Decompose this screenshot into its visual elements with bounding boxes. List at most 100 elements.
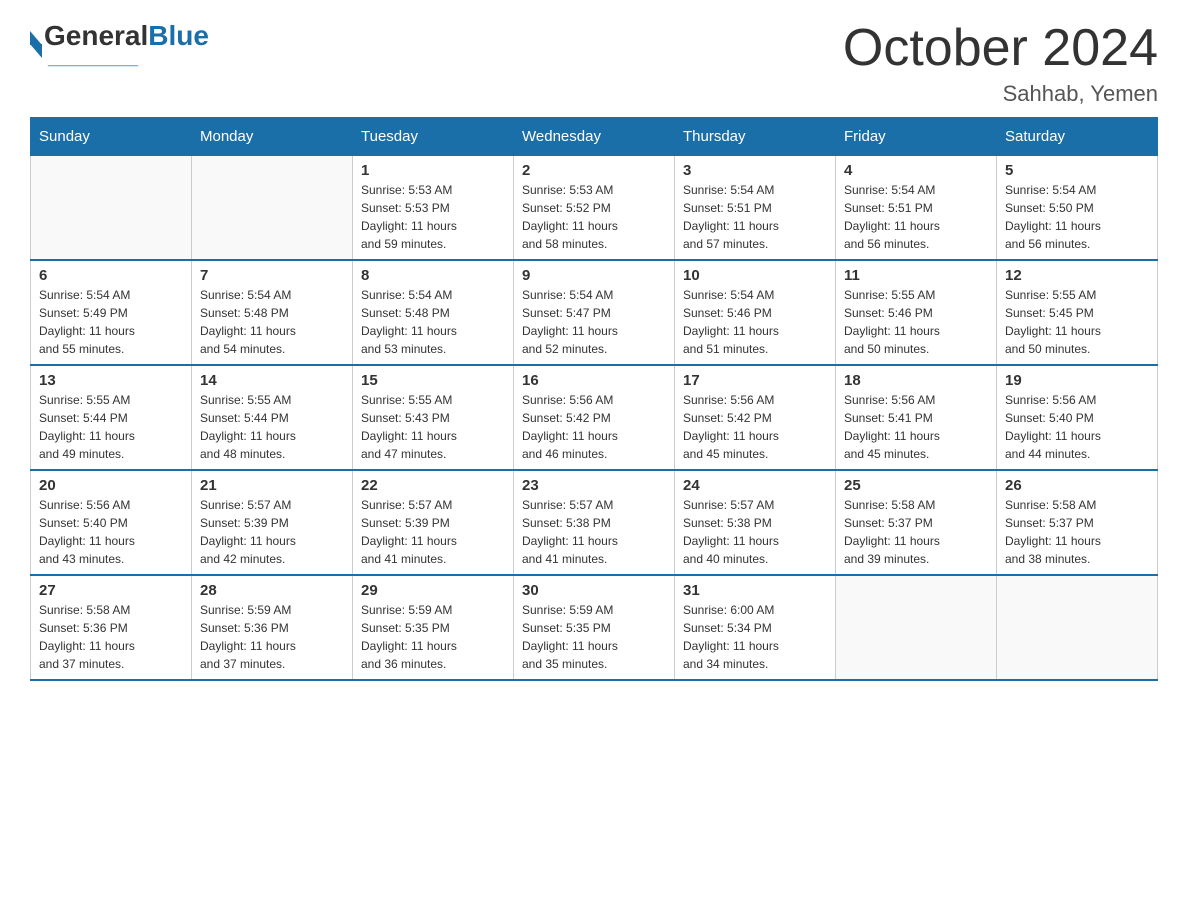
day-number: 25 xyxy=(844,477,988,494)
day-number: 26 xyxy=(1005,477,1149,494)
day-info: Sunrise: 5:58 AMSunset: 5:37 PMDaylight:… xyxy=(1005,496,1149,568)
week-row-3: 13 Sunrise: 5:55 AMSunset: 5:44 PMDayligh… xyxy=(31,365,1158,470)
cell-w4-d1: 21 Sunrise: 5:57 AMSunset: 5:39 PMDayligh… xyxy=(192,470,353,575)
day-info: Sunrise: 5:59 AMSunset: 5:35 PMDaylight:… xyxy=(361,601,505,673)
day-number: 20 xyxy=(39,477,183,494)
day-info: Sunrise: 5:54 AMSunset: 5:46 PMDaylight:… xyxy=(683,286,827,358)
main-title: October 2024 xyxy=(843,20,1158,77)
day-number: 3 xyxy=(683,162,827,179)
day-number: 10 xyxy=(683,267,827,284)
cell-w1-d0 xyxy=(31,156,192,261)
day-number: 5 xyxy=(1005,162,1149,179)
day-info: Sunrise: 6:00 AMSunset: 5:34 PMDaylight:… xyxy=(683,601,827,673)
week-row-1: 1 Sunrise: 5:53 AMSunset: 5:53 PMDaylight… xyxy=(31,156,1158,261)
logo-icon xyxy=(30,31,42,58)
day-info: Sunrise: 5:59 AMSunset: 5:35 PMDaylight:… xyxy=(522,601,666,673)
cell-w2-d5: 11 Sunrise: 5:55 AMSunset: 5:46 PMDayligh… xyxy=(836,260,997,365)
cell-w2-d0: 6Sunrise: 5:54 AMSunset: 5:49 PMDaylight… xyxy=(31,260,192,365)
day-info: Sunrise: 5:54 AMSunset: 5:51 PMDaylight:… xyxy=(683,181,827,253)
day-number: 12 xyxy=(1005,267,1149,284)
day-info: Sunrise: 5:59 AMSunset: 5:36 PMDaylight:… xyxy=(200,601,344,673)
cell-w5-d2: 29 Sunrise: 5:59 AMSunset: 5:35 PMDayligh… xyxy=(353,575,514,680)
day-number: 11 xyxy=(844,267,988,284)
day-info: Sunrise: 5:55 AMSunset: 5:44 PMDaylight:… xyxy=(39,391,183,463)
day-number: 24 xyxy=(683,477,827,494)
cell-w4-d6: 26 Sunrise: 5:58 AMSunset: 5:37 PMDayligh… xyxy=(997,470,1158,575)
day-info: Sunrise: 5:56 AMSunset: 5:40 PMDaylight:… xyxy=(1005,391,1149,463)
day-number: 21 xyxy=(200,477,344,494)
cell-w5-d1: 28 Sunrise: 5:59 AMSunset: 5:36 PMDayligh… xyxy=(192,575,353,680)
cell-w2-d6: 12 Sunrise: 5:55 AMSunset: 5:45 PMDayligh… xyxy=(997,260,1158,365)
title-area: October 2024 Sahhab, Yemen xyxy=(843,20,1158,107)
col-sunday: Sunday xyxy=(31,118,192,156)
day-number: 1 xyxy=(361,162,505,179)
cell-w1-d1 xyxy=(192,156,353,261)
cell-w2-d2: 8Sunrise: 5:54 AMSunset: 5:48 PMDaylight… xyxy=(353,260,514,365)
day-number: 4 xyxy=(844,162,988,179)
col-tuesday: Tuesday xyxy=(353,118,514,156)
cell-w1-d6: 5Sunrise: 5:54 AMSunset: 5:50 PMDaylight… xyxy=(997,156,1158,261)
col-monday: Monday xyxy=(192,118,353,156)
day-info: Sunrise: 5:54 AMSunset: 5:47 PMDaylight:… xyxy=(522,286,666,358)
logo: GeneralBlue _________ xyxy=(30,20,209,69)
day-info: Sunrise: 5:55 AMSunset: 5:44 PMDaylight:… xyxy=(200,391,344,463)
day-info: Sunrise: 5:55 AMSunset: 5:46 PMDaylight:… xyxy=(844,286,988,358)
day-info: Sunrise: 5:54 AMSunset: 5:51 PMDaylight:… xyxy=(844,181,988,253)
day-info: Sunrise: 5:57 AMSunset: 5:39 PMDaylight:… xyxy=(200,496,344,568)
day-number: 31 xyxy=(683,582,827,599)
day-info: Sunrise: 5:57 AMSunset: 5:38 PMDaylight:… xyxy=(522,496,666,568)
day-number: 19 xyxy=(1005,372,1149,389)
day-number: 27 xyxy=(39,582,183,599)
cell-w3-d3: 16 Sunrise: 5:56 AMSunset: 5:42 PMDayligh… xyxy=(514,365,675,470)
week-row-5: 27Sunrise: 5:58 AMSunset: 5:36 PMDayligh… xyxy=(31,575,1158,680)
cell-w5-d4: 31 Sunrise: 6:00 AMSunset: 5:34 PMDayligh… xyxy=(675,575,836,680)
day-number: 16 xyxy=(522,372,666,389)
day-number: 7 xyxy=(200,267,344,284)
cell-w3-d2: 15Sunrise: 5:55 AMSunset: 5:43 PMDayligh… xyxy=(353,365,514,470)
cell-w3-d4: 17Sunrise: 5:56 AMSunset: 5:42 PMDayligh… xyxy=(675,365,836,470)
day-info: Sunrise: 5:53 AMSunset: 5:52 PMDaylight:… xyxy=(522,181,666,253)
day-number: 9 xyxy=(522,267,666,284)
cell-w5-d6 xyxy=(997,575,1158,680)
cell-w2-d4: 10 Sunrise: 5:54 AMSunset: 5:46 PMDayligh… xyxy=(675,260,836,365)
day-info: Sunrise: 5:58 AMSunset: 5:37 PMDaylight:… xyxy=(844,496,988,568)
cell-w4-d3: 23 Sunrise: 5:57 AMSunset: 5:38 PMDayligh… xyxy=(514,470,675,575)
col-wednesday: Wednesday xyxy=(514,118,675,156)
cell-w1-d5: 4 Sunrise: 5:54 AMSunset: 5:51 PMDaylight… xyxy=(836,156,997,261)
cell-w4-d5: 25 Sunrise: 5:58 AMSunset: 5:37 PMDayligh… xyxy=(836,470,997,575)
day-number: 28 xyxy=(200,582,344,599)
col-thursday: Thursday xyxy=(675,118,836,156)
day-info: Sunrise: 5:56 AMSunset: 5:40 PMDaylight:… xyxy=(39,496,183,568)
day-info: Sunrise: 5:56 AMSunset: 5:42 PMDaylight:… xyxy=(522,391,666,463)
day-number: 13 xyxy=(39,372,183,389)
day-number: 22 xyxy=(361,477,505,494)
cell-w3-d1: 14Sunrise: 5:55 AMSunset: 5:44 PMDayligh… xyxy=(192,365,353,470)
day-info: Sunrise: 5:57 AMSunset: 5:39 PMDaylight:… xyxy=(361,496,505,568)
calendar-table: Sunday Monday Tuesday Wednesday Thursday… xyxy=(30,117,1158,681)
day-number: 6 xyxy=(39,267,183,284)
day-number: 8 xyxy=(361,267,505,284)
day-number: 29 xyxy=(361,582,505,599)
day-number: 15 xyxy=(361,372,505,389)
header: GeneralBlue _________ October 2024 Sahha… xyxy=(30,20,1158,107)
cell-w1-d3: 2 Sunrise: 5:53 AMSunset: 5:52 PMDaylight… xyxy=(514,156,675,261)
header-row: Sunday Monday Tuesday Wednesday Thursday… xyxy=(31,118,1158,156)
cell-w5-d0: 27Sunrise: 5:58 AMSunset: 5:36 PMDayligh… xyxy=(31,575,192,680)
day-info: Sunrise: 5:55 AMSunset: 5:45 PMDaylight:… xyxy=(1005,286,1149,358)
cell-w1-d4: 3 Sunrise: 5:54 AMSunset: 5:51 PMDaylight… xyxy=(675,156,836,261)
cell-w4-d2: 22 Sunrise: 5:57 AMSunset: 5:39 PMDayligh… xyxy=(353,470,514,575)
cell-w4-d4: 24Sunrise: 5:57 AMSunset: 5:38 PMDayligh… xyxy=(675,470,836,575)
day-info: Sunrise: 5:56 AMSunset: 5:41 PMDaylight:… xyxy=(844,391,988,463)
day-number: 23 xyxy=(522,477,666,494)
cell-w5-d5 xyxy=(836,575,997,680)
day-number: 30 xyxy=(522,582,666,599)
day-number: 2 xyxy=(522,162,666,179)
cell-w5-d3: 30 Sunrise: 5:59 AMSunset: 5:35 PMDayligh… xyxy=(514,575,675,680)
day-info: Sunrise: 5:56 AMSunset: 5:42 PMDaylight:… xyxy=(683,391,827,463)
cell-w2-d3: 9 Sunrise: 5:54 AMSunset: 5:47 PMDaylight… xyxy=(514,260,675,365)
day-info: Sunrise: 5:54 AMSunset: 5:48 PMDaylight:… xyxy=(200,286,344,358)
logo-blue-text: Blue xyxy=(148,20,209,52)
col-friday: Friday xyxy=(836,118,997,156)
week-row-4: 20 Sunrise: 5:56 AMSunset: 5:40 PMDayligh… xyxy=(31,470,1158,575)
day-info: Sunrise: 5:53 AMSunset: 5:53 PMDaylight:… xyxy=(361,181,505,253)
